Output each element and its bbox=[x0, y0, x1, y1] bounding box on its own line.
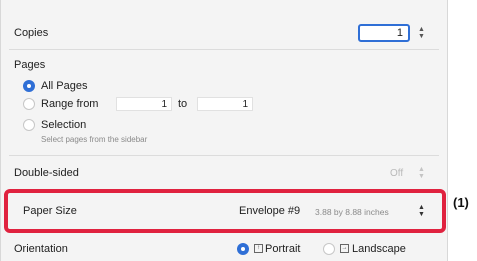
range-to-label: to bbox=[178, 98, 188, 110]
portrait-radio[interactable] bbox=[237, 243, 249, 255]
portrait-label: Portrait bbox=[265, 243, 301, 255]
copies-value: 1 bbox=[396, 27, 403, 39]
chevron-up-icon: ▲ bbox=[418, 26, 425, 33]
landscape-icon: → bbox=[340, 244, 349, 253]
copies-stepper[interactable]: ▲ ▼ bbox=[417, 25, 426, 41]
landscape-label: Landscape bbox=[352, 243, 406, 255]
selection-radio[interactable] bbox=[23, 119, 35, 131]
double-sided-value[interactable]: Off bbox=[390, 168, 403, 179]
callout-label: (1) bbox=[453, 195, 469, 210]
chevron-up-icon: ▲ bbox=[418, 166, 425, 173]
orientation-label: Orientation bbox=[14, 243, 68, 255]
double-sided-label: Double-sided bbox=[14, 167, 79, 179]
double-sided-stepper[interactable]: ▲ ▼ bbox=[417, 165, 426, 181]
range-radio[interactable] bbox=[23, 98, 35, 110]
selection-hint: Select pages from the sidebar bbox=[41, 135, 148, 144]
portrait-icon: ↑ bbox=[254, 244, 263, 253]
chevron-down-icon: ▼ bbox=[418, 33, 425, 40]
divider bbox=[9, 49, 439, 50]
range-from-label: Range from bbox=[41, 98, 99, 110]
copies-label: Copies bbox=[14, 27, 49, 39]
paper-size-highlight bbox=[4, 189, 446, 233]
all-pages-label: All Pages bbox=[41, 80, 88, 92]
all-pages-radio[interactable] bbox=[23, 80, 35, 92]
range-end-input[interactable]: 1 bbox=[197, 97, 253, 111]
range-start-input[interactable]: 1 bbox=[116, 97, 172, 111]
chevron-down-icon: ▼ bbox=[418, 173, 425, 180]
selection-label: Selection bbox=[41, 119, 87, 131]
copies-input[interactable]: 1 bbox=[358, 24, 410, 42]
landscape-radio[interactable] bbox=[323, 243, 335, 255]
divider bbox=[9, 155, 439, 156]
pages-label: Pages bbox=[14, 59, 46, 71]
